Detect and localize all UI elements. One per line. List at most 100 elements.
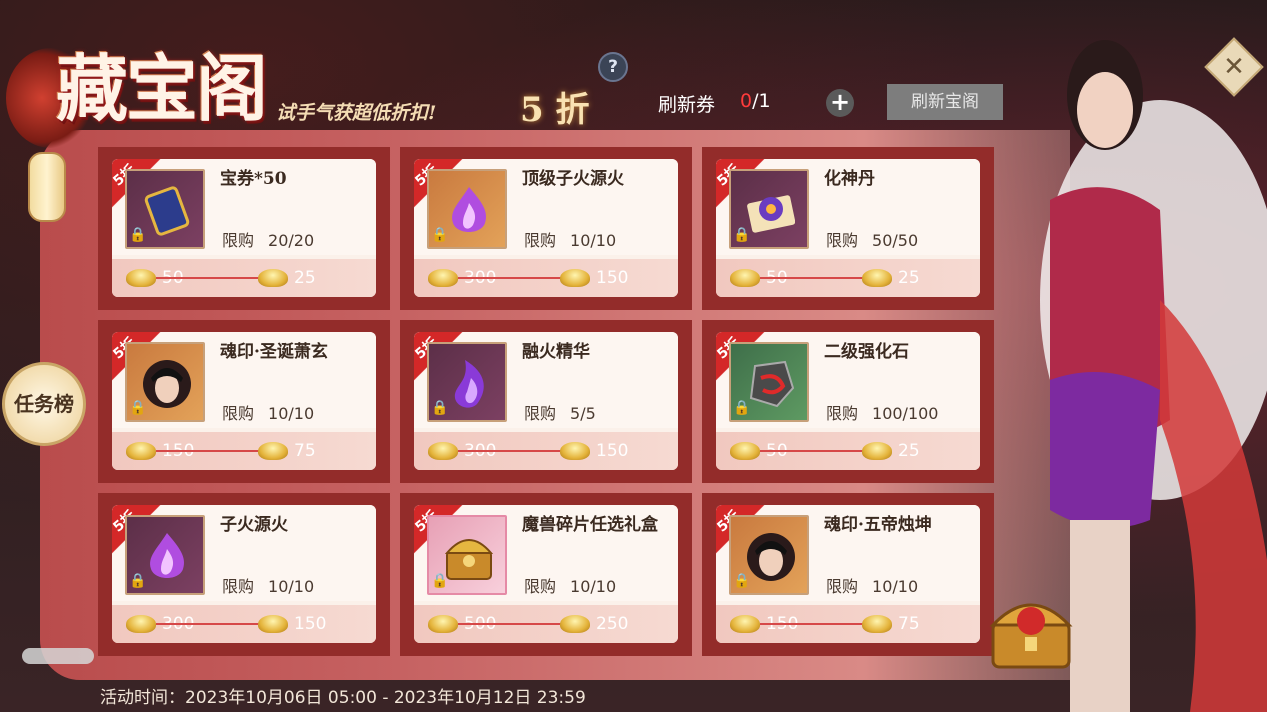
limit-label: 限购 <box>524 231 557 250</box>
item-card[interactable]: 5折 🔒 宝券*50 限购20/20 50 25 <box>112 159 376 297</box>
discount-price-value: 25 <box>898 268 920 288</box>
item-icon-frame[interactable]: 🔒 <box>729 169 809 249</box>
item-name: 二级强化石 <box>824 342 909 362</box>
item-icon-frame[interactable]: 🔒 <box>729 342 809 422</box>
item-icon-frame[interactable]: 🔒 <box>125 342 205 422</box>
limit-value: 20/20 <box>268 231 315 250</box>
discount-price[interactable]: 25 <box>258 265 316 291</box>
item-icon-frame[interactable]: 🔒 <box>125 169 205 249</box>
discount-price[interactable]: 150 <box>560 265 628 291</box>
task-list-button[interactable]: 任务榜 <box>2 362 86 446</box>
item-name: 融火精华 <box>522 342 590 362</box>
item-icon-frame[interactable]: 🔒 <box>427 169 507 249</box>
treasure-box-icon <box>445 539 493 580</box>
lock-icon: 🔒 <box>129 400 147 416</box>
item-name: 宝券*50 <box>220 169 287 189</box>
original-price: 300 <box>126 611 262 637</box>
lock-icon: 🔒 <box>733 227 751 243</box>
add-coupon-button[interactable]: + <box>826 89 854 117</box>
discount-price[interactable]: 25 <box>862 438 920 464</box>
strikethrough-line <box>156 277 262 279</box>
gold-ingot-icon <box>258 442 288 460</box>
strikethrough-line <box>458 623 564 625</box>
item-card[interactable]: 5折 🔒 化神丹 限购50/50 50 25 <box>716 159 980 297</box>
discount-price[interactable]: 75 <box>258 438 316 464</box>
discount-price[interactable]: 75 <box>862 611 920 637</box>
original-price: 50 <box>730 438 866 464</box>
item-card[interactable]: 5折 🔒 魂印·五帝烛坤 限购10/10 150 75 <box>716 505 980 643</box>
gold-ingot-icon <box>126 269 156 287</box>
limit-value: 10/10 <box>872 577 919 596</box>
original-price: 50 <box>730 265 866 291</box>
page-title: 藏宝阁 <box>56 46 268 131</box>
limit-label: 限购 <box>826 231 859 250</box>
purchase-limit: 限购 100/100 <box>826 400 938 424</box>
lock-icon: 🔒 <box>129 227 147 243</box>
item-name: 魂印·五帝烛坤 <box>824 515 932 535</box>
discount-label: 5 折 <box>520 90 590 130</box>
discount-price[interactable]: 150 <box>258 611 326 637</box>
limit-value: 5/5 <box>570 404 596 423</box>
help-button[interactable]: ? <box>598 52 628 82</box>
gold-ingot-icon <box>560 269 590 287</box>
refresh-coupon-count: 0/1 <box>740 90 771 112</box>
item-card[interactable]: 5折 🔒 子火源火 限购10/10 300 150 <box>112 505 376 643</box>
item-card[interactable]: 5折 🔒 魂印·圣诞萧玄 限购10/10 150 75 <box>112 332 376 470</box>
purchase-limit: 限购 10/10 <box>524 227 616 251</box>
refresh-shop-button[interactable]: 刷新宝阁 <box>887 84 1003 120</box>
side-scroll-handle[interactable] <box>22 648 94 664</box>
character-portrait-icon <box>747 533 795 581</box>
item-name: 子火源火 <box>220 515 288 535</box>
limit-label: 限购 <box>826 577 859 596</box>
item-cell: 5折 🔒 宝券*50 限购20/20 50 25 <box>98 147 390 310</box>
discount-price[interactable]: 250 <box>560 611 628 637</box>
lock-icon: 🔒 <box>129 573 147 589</box>
item-card[interactable]: 5折 🔒 二级强化石 限购100/100 50 25 <box>716 332 980 470</box>
enhance-stone-icon <box>749 360 795 408</box>
gold-ingot-icon <box>560 615 590 633</box>
discount-price-value: 150 <box>596 268 629 288</box>
limit-label: 限购 <box>524 577 557 596</box>
coupon-current: 0 <box>740 90 753 112</box>
item-icon-frame[interactable]: 🔒 <box>427 342 507 422</box>
item-cell: 5折 🔒 化神丹 限购50/50 50 25 <box>702 147 994 310</box>
pill-scroll-icon <box>747 195 795 233</box>
item-name: 顶级子火源火 <box>522 169 624 189</box>
item-cell: 5折 🔒 融火精华 限购5/5 300 150 <box>400 320 692 483</box>
item-card[interactable]: 5折 🔒 融火精华 限购5/5 300 150 <box>414 332 678 470</box>
gold-ingot-icon <box>428 615 458 633</box>
strikethrough-line <box>458 277 564 279</box>
gold-ingot-icon <box>428 269 458 287</box>
activity-time: 活动时间：2023年10月06日 05:00 - 2023年10月12日 23:… <box>100 688 586 708</box>
limit-value: 10/10 <box>268 577 315 596</box>
item-cell: 5折 🔒 魂印·五帝烛坤 限购10/10 150 75 <box>702 493 994 656</box>
original-price: 50 <box>126 265 262 291</box>
lock-icon: 🔒 <box>733 573 751 589</box>
lock-icon: 🔒 <box>733 400 751 416</box>
lock-icon: 🔒 <box>431 573 449 589</box>
discount-price-value: 25 <box>898 441 920 461</box>
coupon-ticket-icon <box>144 186 190 236</box>
limit-label: 限购 <box>222 231 255 250</box>
item-card[interactable]: 5折 🔒 顶级子火源火 限购10/10 300 150 <box>414 159 678 297</box>
gold-ingot-icon <box>560 442 590 460</box>
shop-title-banner: 藏宝阁 <box>6 28 276 148</box>
strikethrough-line <box>458 450 564 452</box>
purchase-limit: 限购 10/10 <box>524 573 616 597</box>
gold-ingot-icon <box>428 442 458 460</box>
item-icon-frame[interactable]: 🔒 <box>427 515 507 595</box>
discount-price[interactable]: 25 <box>862 265 920 291</box>
gold-ingot-icon <box>258 615 288 633</box>
item-icon-frame[interactable]: 🔒 <box>729 515 809 595</box>
item-cell: 5折 🔒 魂印·圣诞萧玄 限购10/10 150 75 <box>98 320 390 483</box>
strikethrough-line <box>156 623 262 625</box>
purchase-limit: 限购 20/20 <box>222 227 314 251</box>
purchase-limit: 限购 10/10 <box>222 400 314 424</box>
limit-label: 限购 <box>826 404 859 423</box>
treasure-chest-icon[interactable] <box>985 585 1077 673</box>
original-price: 150 <box>126 438 262 464</box>
discount-price[interactable]: 150 <box>560 438 628 464</box>
item-icon-frame[interactable]: 🔒 <box>125 515 205 595</box>
refresh-coupon-label: 刷新券 <box>658 94 716 116</box>
item-card[interactable]: 5折 🔒 魔兽碎片任选礼盒 限购10/10 500 250 <box>414 505 678 643</box>
